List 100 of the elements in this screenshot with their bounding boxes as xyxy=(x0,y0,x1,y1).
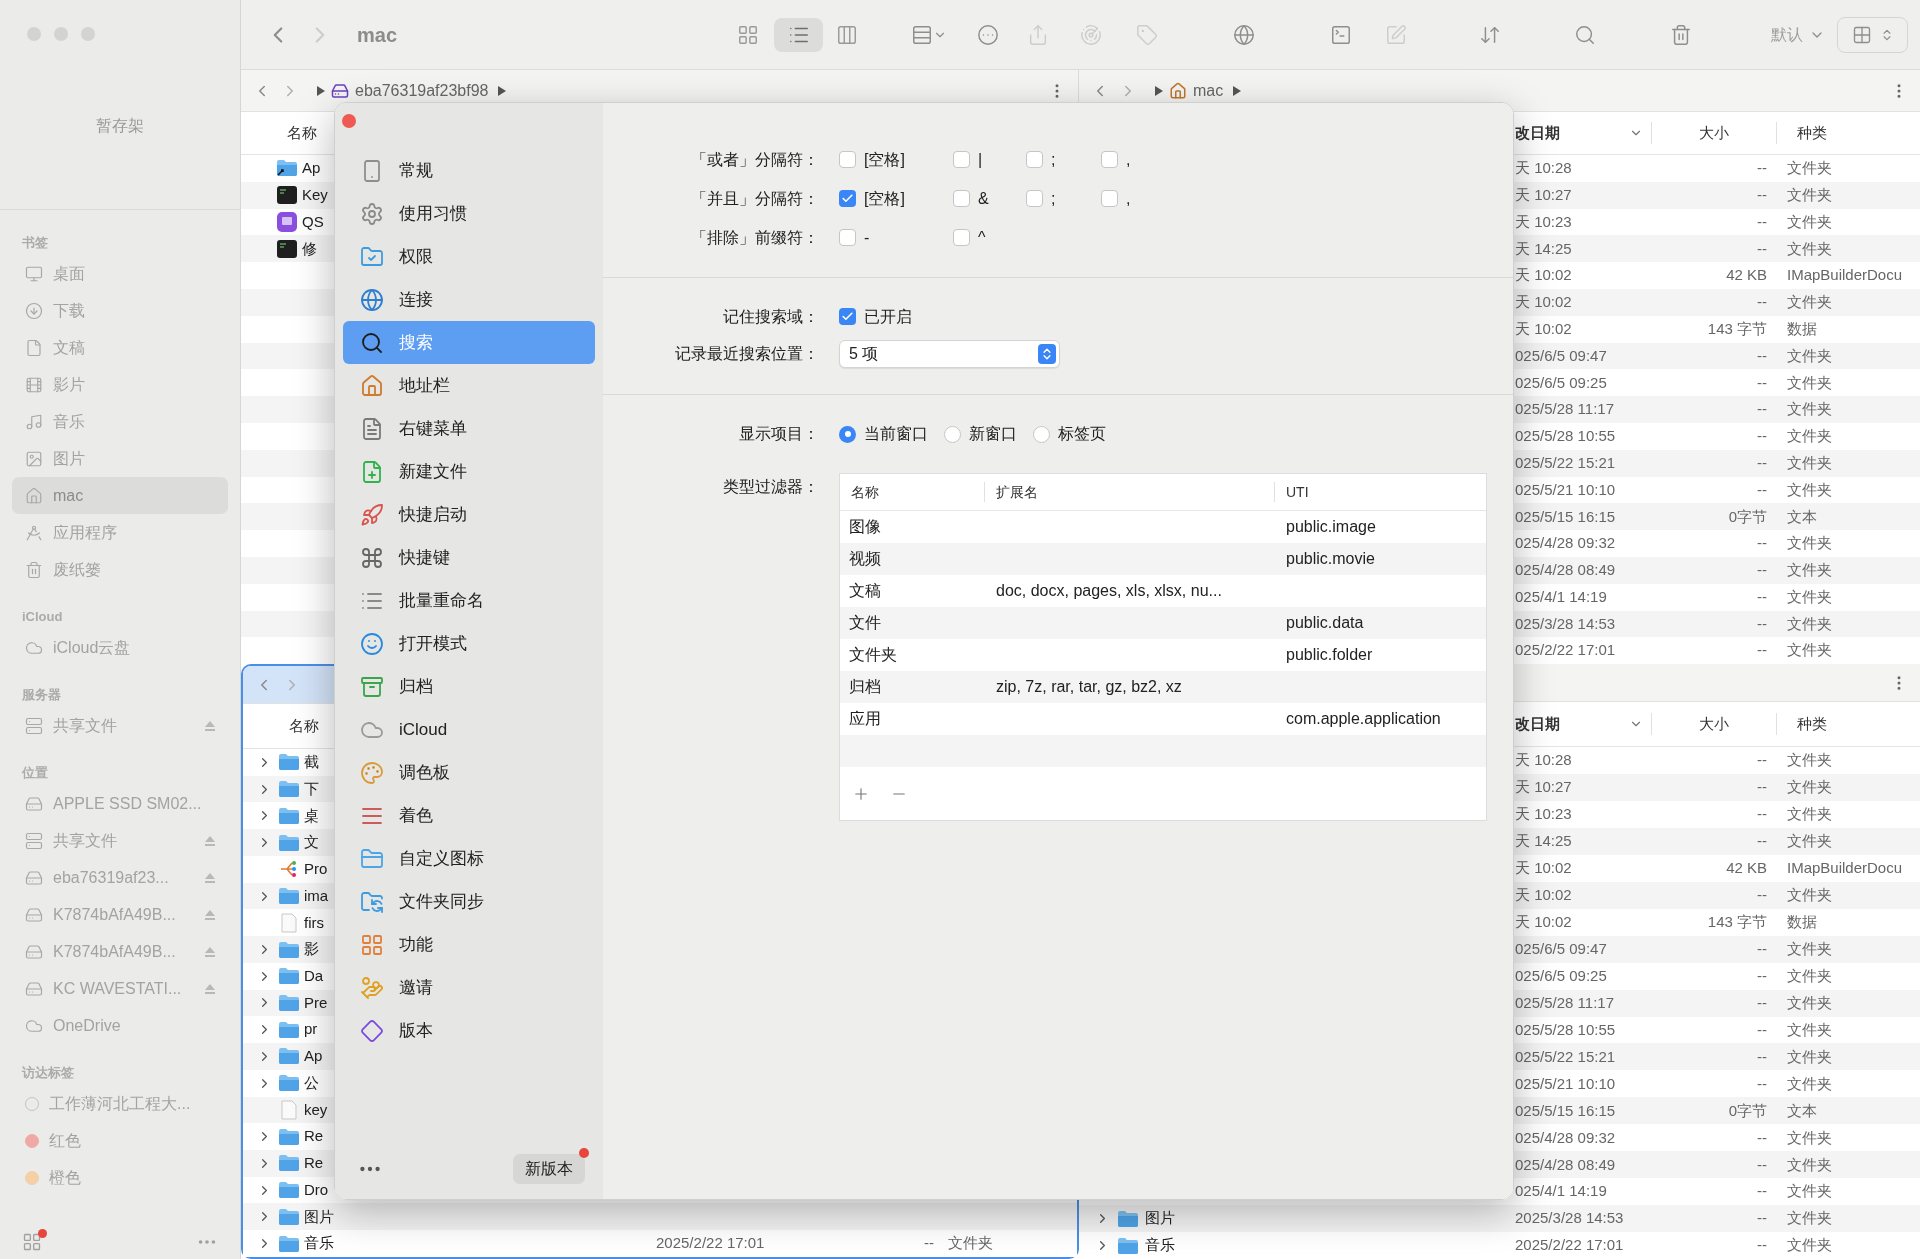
kind-cell-text: 文件夹 xyxy=(1786,479,1832,500)
size-cell-text: -- xyxy=(1757,1235,1767,1256)
date-cell-text: 025/5/22 15:21 xyxy=(1515,1046,1616,1067)
field-label: 类型过滤器： xyxy=(722,477,819,497)
date-cell-text: 天 10:27 xyxy=(1515,184,1572,205)
size-cell-text: -- xyxy=(1757,211,1767,232)
file-name: 音乐 xyxy=(1145,1235,1175,1256)
file-name: 图片 xyxy=(1145,1208,1175,1229)
date-cell-text: 2025/3/28 14:53 xyxy=(1515,1208,1624,1229)
table-cell-text: 归档 xyxy=(849,677,881,697)
date-cell-text: 025/6/5 09:25 xyxy=(1515,965,1607,986)
kind-cell-text: 文件夹 xyxy=(1786,750,1832,771)
size-cell-text: -- xyxy=(1757,1181,1767,1202)
size-cell-text: -- xyxy=(1757,965,1767,986)
checkbox-label: | xyxy=(978,149,983,170)
kind-cell-text: 文件夹 xyxy=(1786,399,1832,420)
kind-cell-text: 文件夹 xyxy=(1786,211,1832,232)
date-cell-text: 2025/2/22 17:01 xyxy=(656,1233,766,1254)
file-name: Re xyxy=(304,1126,324,1147)
size-cell-text: 0字节 xyxy=(1728,506,1767,527)
file-name: Da xyxy=(304,966,324,986)
date-cell-text: 025/4/1 14:19 xyxy=(1515,1181,1607,1202)
checkbox-label: , xyxy=(1126,149,1131,170)
file-name: 文 xyxy=(304,832,319,853)
kind-cell-text: 文件夹 xyxy=(1786,965,1832,986)
size-cell-text: -- xyxy=(1757,885,1767,905)
date-cell-text: 025/6/5 09:47 xyxy=(1515,938,1607,959)
size-cell-text: -- xyxy=(1757,804,1767,825)
date-cell-text: 025/4/28 09:32 xyxy=(1515,1127,1616,1148)
kind-cell-text: 文件夹 xyxy=(1786,1181,1832,1202)
size-cell-text: -- xyxy=(1757,1019,1767,1040)
kind-cell-text: 数据 xyxy=(1786,911,1817,932)
file-name: 图片 xyxy=(304,1206,334,1227)
size-cell-text: -- xyxy=(1757,831,1767,852)
section-heading: 访达标签 xyxy=(20,1064,75,1083)
size-cell-text: -- xyxy=(1757,372,1767,393)
kind-cell-text: 文件夹 xyxy=(1786,992,1832,1013)
size-cell-text: -- xyxy=(1757,1154,1767,1175)
checkbox-label: ^ xyxy=(978,227,986,248)
kind-cell-text: IMapBuilderDocu xyxy=(1786,265,1903,286)
date-cell-text: 025/5/28 11:17 xyxy=(1515,399,1614,420)
size-cell-text: -- xyxy=(1757,640,1767,661)
checkbox-label: [空格] xyxy=(864,188,905,209)
checkbox-label: 已开启 xyxy=(864,306,912,327)
kind-cell-text: 文件夹 xyxy=(1786,533,1832,554)
file-name: QS xyxy=(302,211,324,232)
checkbox-label: ; xyxy=(1051,149,1056,170)
table-cell-text: 应用 xyxy=(849,709,881,729)
size-cell-text: -- xyxy=(1757,613,1767,634)
file-name: Re xyxy=(304,1153,324,1174)
kind-cell-text: 文件夹 xyxy=(1786,158,1832,179)
date-cell-text: 天 10:02 xyxy=(1515,292,1572,313)
field-label: 记住搜索域： xyxy=(722,306,819,327)
date-cell-text: 025/6/5 09:25 xyxy=(1515,372,1607,393)
kind-cell-text: 文件夹 xyxy=(1786,640,1832,661)
kind-cell-text: 文件夹 xyxy=(1786,560,1832,581)
size-cell-text: -- xyxy=(1757,992,1767,1013)
date-cell-text: 025/4/28 08:49 xyxy=(1515,560,1616,581)
kind-cell-text: 文件夹 xyxy=(1786,938,1832,959)
radio-label: 新窗口 xyxy=(969,424,1017,444)
file-name: 公 xyxy=(304,1072,319,1093)
date-cell-text: 025/5/28 11:17 xyxy=(1515,992,1614,1013)
table-cell-text: 文件夹 xyxy=(849,645,897,665)
file-name: Key xyxy=(302,184,328,205)
shelf-title: 暂存架 xyxy=(96,116,144,136)
kind-cell-text: 文件夹 xyxy=(1786,1019,1832,1040)
file-name: firs xyxy=(304,912,324,933)
file-name: Ap xyxy=(304,1046,323,1067)
date-cell-text: 天 10:28 xyxy=(1515,158,1572,179)
kind-cell-text: 文件夹 xyxy=(1786,1208,1832,1229)
kind-cell-text: 文件夹 xyxy=(1786,804,1832,825)
date-cell-text: 025/5/22 15:21 xyxy=(1515,452,1616,473)
kind-cell-text: 文件夹 xyxy=(1786,613,1832,634)
kind-cell-text: 文件夹 xyxy=(1786,1154,1832,1175)
date-cell-text: 天 10:02 xyxy=(1515,885,1572,905)
table-cell-text: doc, docx, pages, xls, xlsx, nu... xyxy=(996,581,1222,601)
kind-cell-text: 文件夹 xyxy=(1786,426,1832,447)
size-cell-text: -- xyxy=(1757,345,1767,366)
date-cell-text: 天 10:23 xyxy=(1515,211,1572,232)
field-label: 记录最近搜索位置： xyxy=(674,343,819,364)
file-name: 影 xyxy=(304,939,319,960)
date-cell-text: 025/3/28 14:53 xyxy=(1515,613,1616,634)
size-cell-text: -- xyxy=(1757,586,1767,607)
table-cell-text: zip, 7z, rar, tar, gz, bz2, xz xyxy=(996,677,1182,697)
size-cell-text: -- xyxy=(1757,533,1767,554)
date-cell-text: 025/4/1 14:19 xyxy=(1515,586,1607,607)
kind-cell-text: 文件夹 xyxy=(1786,831,1832,852)
kind-cell-text: 文件夹 xyxy=(1786,885,1832,905)
size-cell-text: -- xyxy=(1757,560,1767,581)
date-cell-text: 天 10:23 xyxy=(1515,804,1572,825)
date-cell-text: 025/6/5 09:47 xyxy=(1515,345,1607,366)
size-cell-text: -- xyxy=(1757,1208,1767,1229)
file-name: ima xyxy=(304,885,329,906)
kind-cell-text: 数据 xyxy=(1786,318,1817,339)
date-cell-text: 天 10:27 xyxy=(1515,777,1572,798)
field-label: 「排除」前缀符： xyxy=(690,227,819,248)
section-heading: iCloud xyxy=(21,608,64,627)
kind-cell-text: 文件夹 xyxy=(1786,1073,1832,1094)
size-cell-text: -- xyxy=(1757,158,1767,179)
field-label: 显示项目： xyxy=(738,424,819,444)
